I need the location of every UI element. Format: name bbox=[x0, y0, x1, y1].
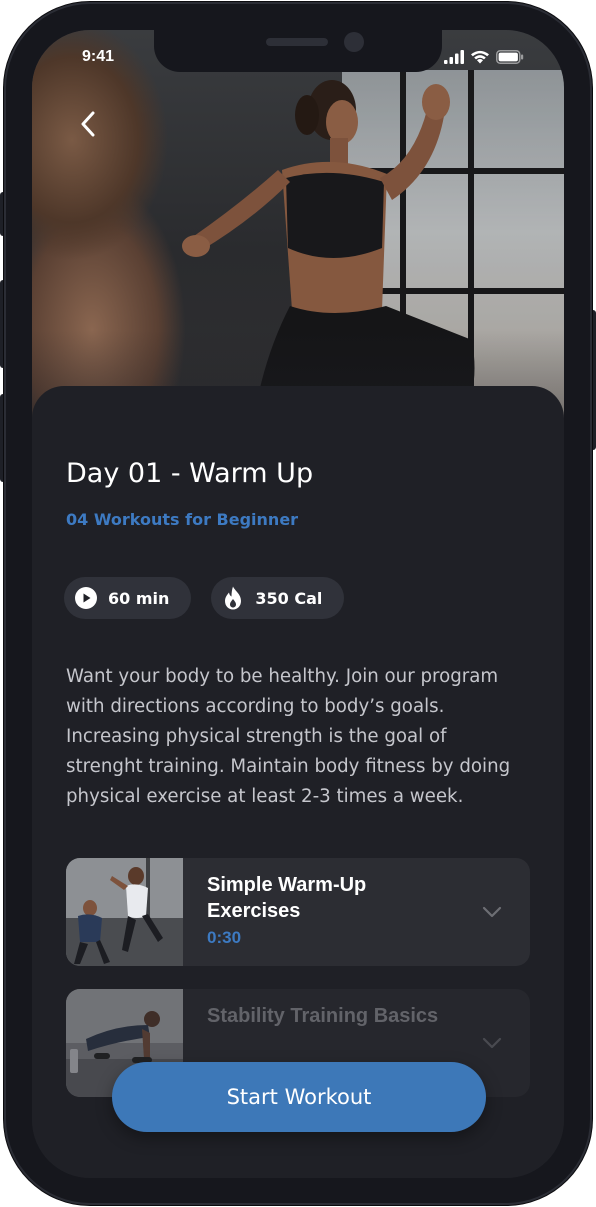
workout-description: Want your body to be healthy. Join our p… bbox=[66, 666, 511, 807]
status-icons bbox=[444, 47, 524, 67]
duration-chip: 60 min bbox=[64, 577, 192, 619]
chevron-left-icon bbox=[81, 111, 95, 137]
wifi-icon bbox=[471, 50, 489, 64]
front-camera bbox=[344, 32, 364, 52]
workout-thumbnail bbox=[66, 858, 183, 966]
hero-image bbox=[32, 30, 564, 430]
start-workout-button[interactable]: Start Workout bbox=[112, 1062, 486, 1132]
flame-icon bbox=[221, 586, 245, 610]
calories-label: 350 Cal bbox=[255, 588, 323, 608]
workout-count: 04 Workouts for Beginner bbox=[66, 510, 299, 529]
status-time: 9:41 bbox=[82, 48, 115, 65]
stats-row: 60 min 350 Cal bbox=[64, 577, 345, 619]
duration-label: 60 min bbox=[108, 588, 170, 608]
cellular-signal-icon bbox=[444, 50, 464, 64]
chevron-down-icon[interactable] bbox=[482, 1033, 502, 1053]
workout-item[interactable]: Simple Warm-Up Exercises 0:30 bbox=[66, 858, 530, 966]
screen: 9:41 Day 01 - Warm Up 04 Workouts for Be… bbox=[32, 30, 564, 1178]
workout-duration: 0:30 bbox=[207, 928, 242, 947]
content-sheet: Day 01 - Warm Up 04 Workouts for Beginne… bbox=[32, 386, 564, 1178]
notch bbox=[154, 30, 442, 72]
workout-name: Stability Training Basics bbox=[207, 1005, 439, 1027]
play-icon bbox=[74, 586, 98, 610]
workout-name: Simple Warm-Up Exercises bbox=[207, 874, 367, 922]
battery-icon bbox=[496, 50, 524, 64]
back-button[interactable] bbox=[66, 102, 110, 146]
speaker-grille bbox=[266, 38, 328, 46]
page-title: Day 01 - Warm Up bbox=[66, 458, 314, 489]
calories-chip: 350 Cal bbox=[211, 577, 345, 619]
chevron-down-icon[interactable] bbox=[482, 902, 502, 922]
